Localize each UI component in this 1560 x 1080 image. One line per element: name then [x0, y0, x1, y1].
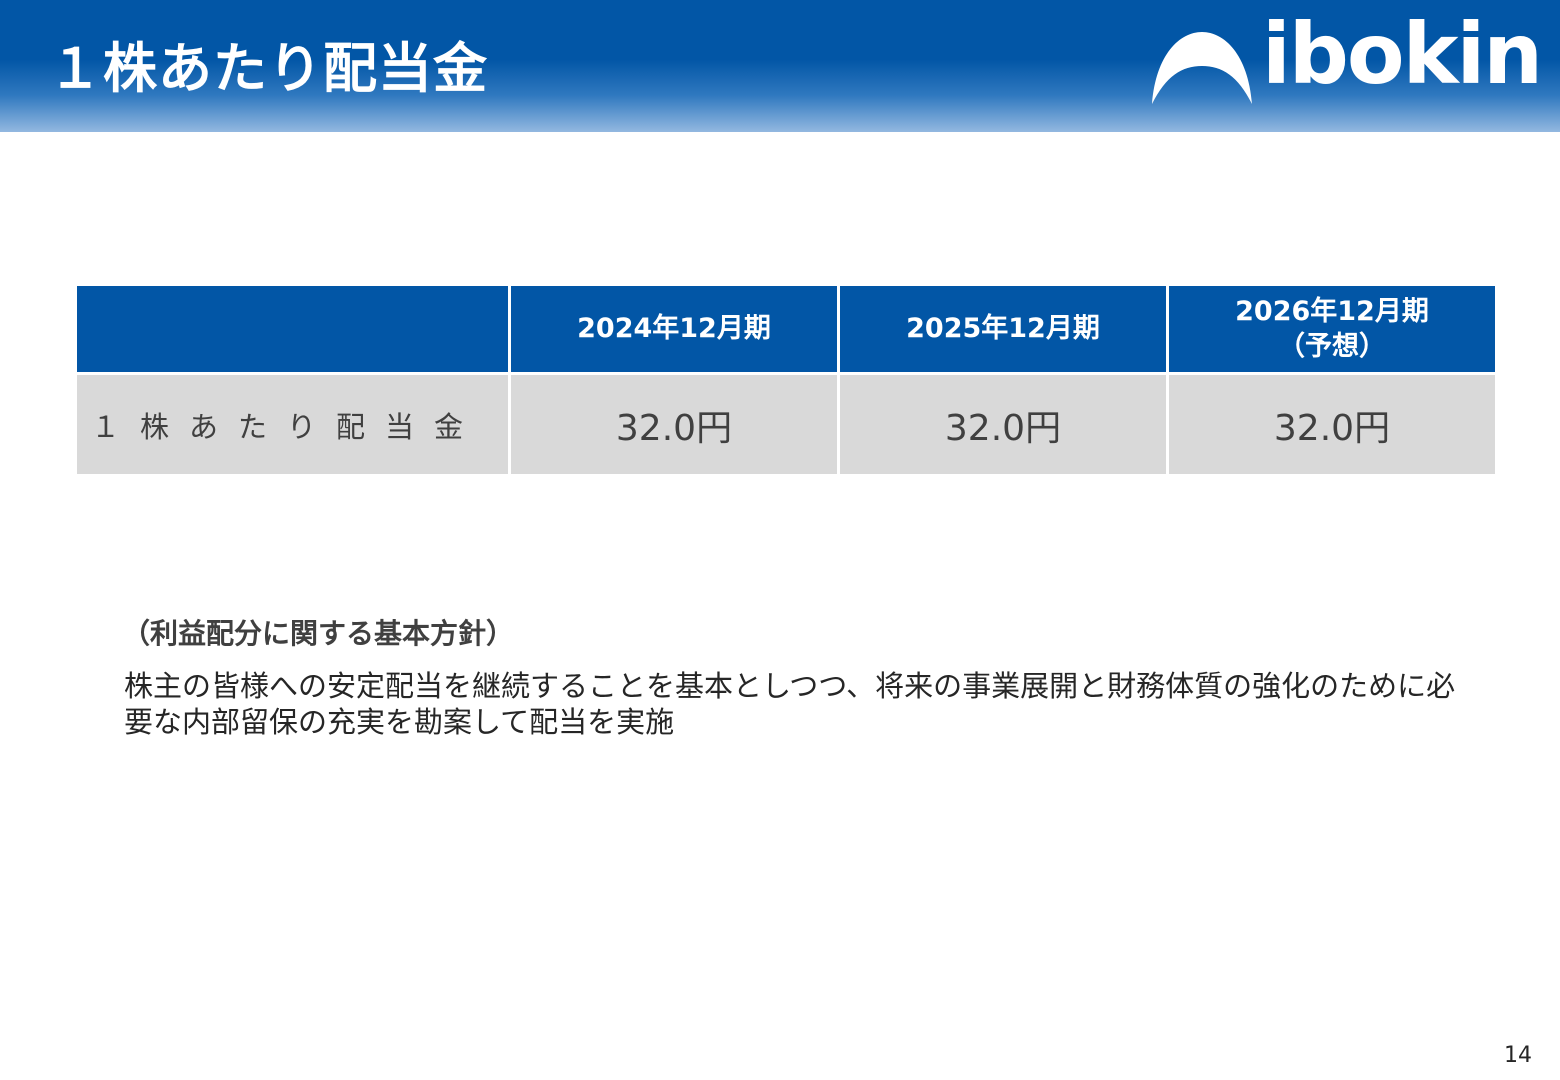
logo-arc-icon: [1152, 32, 1252, 104]
page-number: 14: [1504, 1043, 1532, 1068]
page-title: １株あたり配当金: [48, 37, 488, 100]
policy-heading: （利益配分に関する基本方針）: [122, 617, 515, 650]
value-fy2025: 32.0円: [837, 372, 1169, 477]
table-row: １株あたり配当金 32.0円 32.0円 32.0円: [74, 372, 1498, 477]
header-cell-empty: [74, 283, 511, 375]
table-header-row: 2024年12月期 2025年12月期 2026年12月期 （予想）: [74, 283, 1498, 375]
value-fy2024: 32.0円: [508, 372, 840, 477]
slide: １株あたり配当金 ibokin 2024年12月期 2025年12月期 2026…: [0, 0, 1560, 1080]
header-cell-fy2024: 2024年12月期: [508, 283, 840, 375]
header-cell-fy2026-forecast: 2026年12月期 （予想）: [1166, 283, 1498, 375]
value-fy2026: 32.0円: [1166, 372, 1498, 477]
policy-body: 株主の皆様への安定配当を継続することを基本としつつ、将来の事業展開と財務体質の強…: [124, 669, 1456, 739]
logo-wordmark: ibokin: [1262, 5, 1543, 103]
header-cell-fy2025: 2025年12月期: [837, 283, 1169, 375]
header-bar: １株あたり配当金 ibokin: [0, 0, 1560, 132]
row-label-dividend-per-share: １株あたり配当金: [74, 372, 511, 477]
dividend-table: 2024年12月期 2025年12月期 2026年12月期 （予想） １株あたり…: [74, 283, 1498, 477]
company-logo: ibokin: [1150, 12, 1543, 108]
